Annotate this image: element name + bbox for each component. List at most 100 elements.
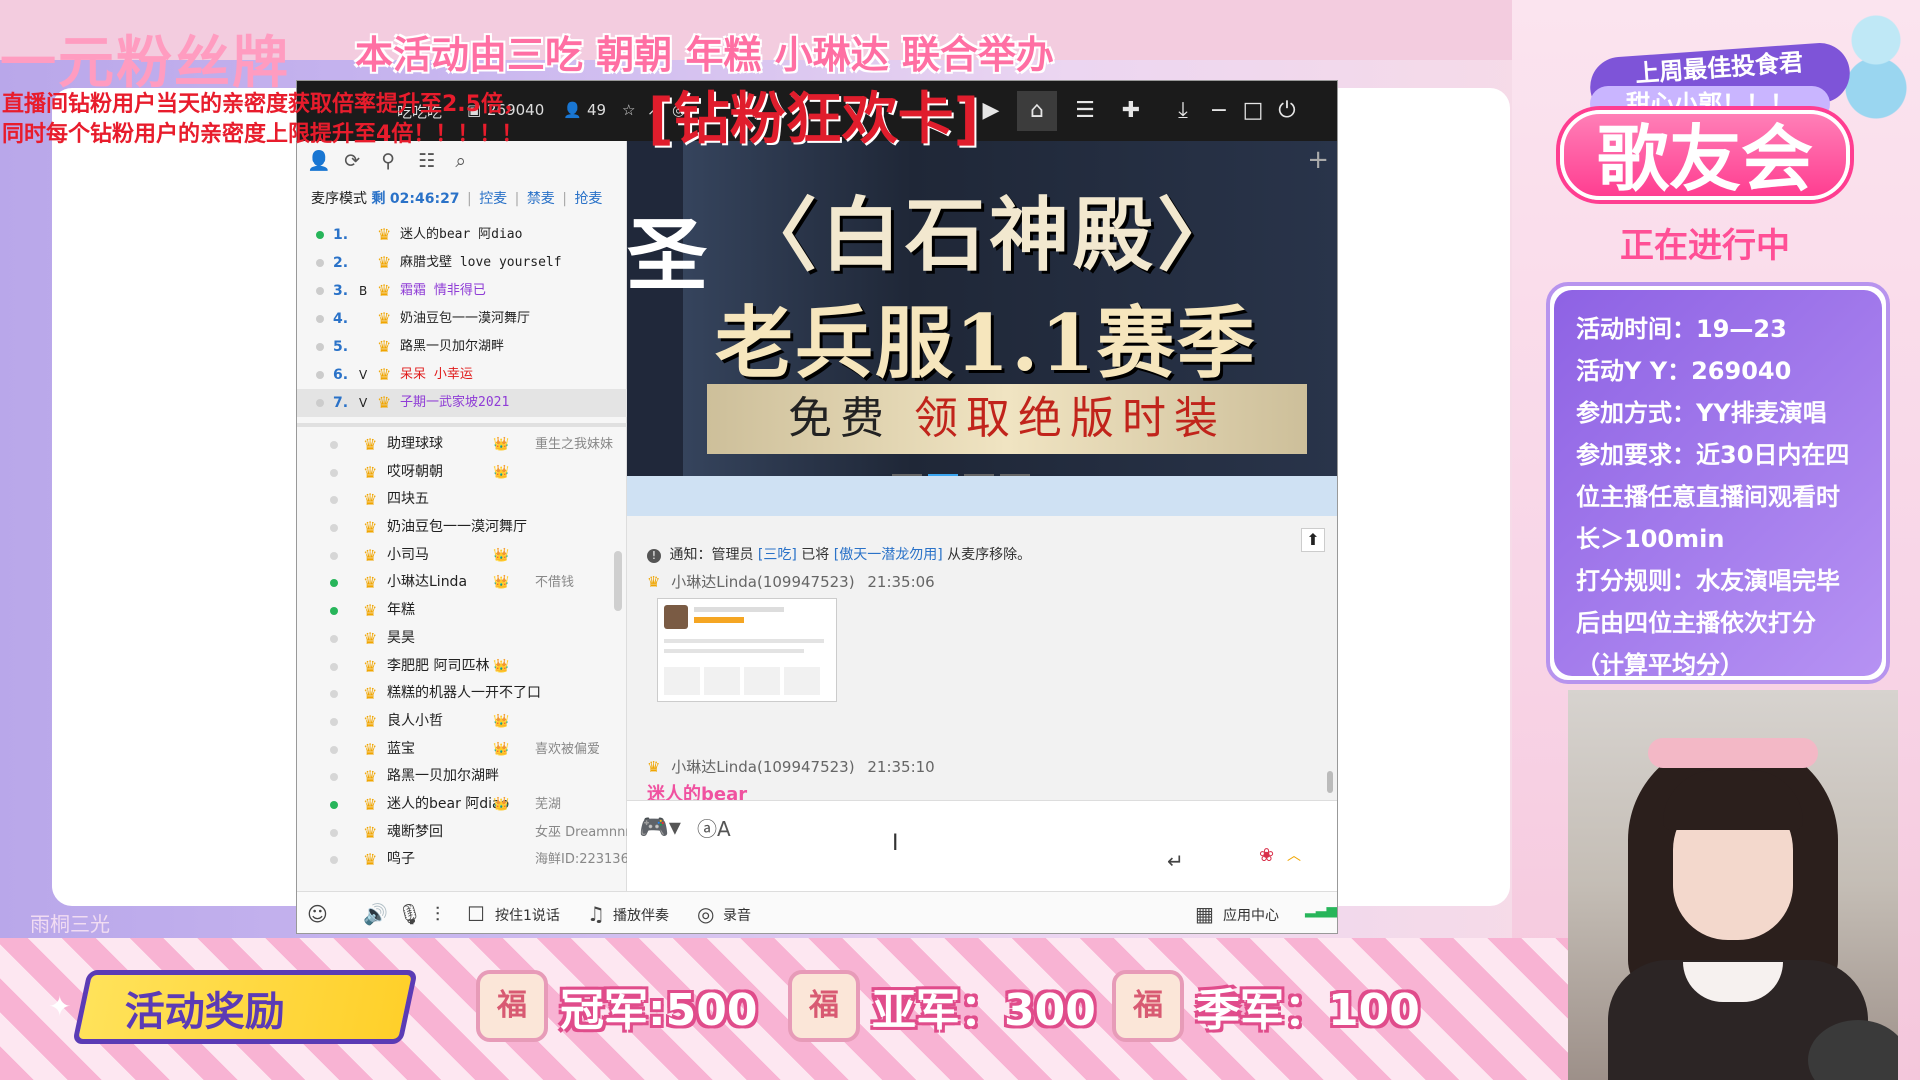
member-item[interactable]: ♛ 迷人的bear 阿diao 👑 芜湖	[297, 791, 627, 819]
translate-icon[interactable]: ⓐA	[697, 813, 731, 842]
queue-item[interactable]: 6. V ♛ 呆呆 小幸运	[297, 361, 627, 389]
member-name: 奶油豆包一一漠河舞厅	[387, 519, 527, 536]
push-to-talk-label[interactable]: 按住1说话	[495, 905, 560, 925]
status-dot	[330, 745, 338, 754]
mic-control-link[interactable]: 控麦	[479, 191, 507, 207]
event-info-line: 参加方式：YY排麦演唱	[1576, 399, 1827, 427]
layout-icon[interactable]: ☰	[1065, 91, 1105, 131]
member-item[interactable]: ♛ 小司马 👑	[297, 542, 627, 570]
gamepad-icon[interactable]: 🎮▾	[639, 813, 681, 841]
crown-icon: ♛	[363, 711, 378, 731]
streamer-camera	[1568, 690, 1898, 1080]
queue-number: 2.	[333, 255, 349, 271]
chat-username[interactable]: 小琳达Linda(109947523)	[671, 758, 854, 776]
member-scrollbar[interactable]	[614, 551, 622, 611]
play-accompaniment-button[interactable]: 播放伴奏	[613, 905, 669, 925]
queue-item[interactable]: 2. ♛ 麻腊戈壁 love yourself	[297, 249, 627, 277]
member-item[interactable]: ♛ 魂断梦回 女巫 Dreamnnn	[297, 819, 627, 847]
notice-admin-link[interactable]: [三吃]	[758, 547, 797, 563]
mic-icon[interactable]: 🎙	[397, 902, 422, 926]
member-item[interactable]: ♛ 鸣子 海鲜ID:223136	[297, 846, 627, 874]
record-icon[interactable]: ◎	[697, 902, 714, 926]
music-icon[interactable]: ♫	[587, 902, 605, 926]
member-tag: 👑	[493, 464, 510, 480]
speaker-icon[interactable]: 🔊	[363, 902, 388, 926]
member-item[interactable]: ♛ 蓝宝 👑 喜欢被偏爱	[297, 736, 627, 764]
member-name: 小琳达Linda	[387, 574, 468, 591]
level-badge: B	[359, 284, 368, 298]
banner-pager	[892, 462, 1036, 476]
sidebar-divider[interactable]	[297, 423, 627, 427]
search-icon[interactable]: ⌕	[455, 150, 487, 172]
avatar[interactable]: ☺	[307, 902, 328, 926]
crown-icon: ♛	[377, 337, 392, 356]
chat-scrollbar[interactable]	[1327, 771, 1333, 793]
status-dot	[316, 399, 324, 407]
member-signature: 女巫 Dreamnnn	[535, 824, 627, 840]
mic-mute-link[interactable]: 禁麦	[527, 191, 555, 207]
chat-input[interactable]: 🎮▾ ⓐA I ↵ ❀ ︿	[627, 800, 1337, 891]
queue-name: 子期一武家坡2021	[400, 395, 510, 410]
queue-item[interactable]: 7. V ♛ 子期一武家坡2021	[297, 389, 627, 417]
member-item[interactable]: ♛ 四块五	[297, 486, 627, 514]
refresh-icon[interactable]: ⟳	[344, 150, 376, 172]
queue-name: 呆呆 小幸运	[400, 367, 473, 382]
checkbox-icon[interactable]: ☐	[467, 902, 485, 926]
flower-icon[interactable]: ❀	[1259, 845, 1274, 866]
member-item[interactable]: ♛ 奶油豆包一一漠河舞厅	[297, 514, 627, 542]
member-item[interactable]: ♛ 昊昊	[297, 625, 627, 653]
promo-line-1: 直播间钻粉用户当天的亲密度获取倍率提升至2.5倍，	[2, 92, 525, 117]
chevron-up-icon[interactable]: ︿	[1287, 845, 1301, 865]
yy-window: 吃吃吃 ▣ 269040 👤 49 ☆ ↗ ◎ ▶ ⌂ ☰ ✚ ⤓ − □ ⏻ …	[296, 80, 1338, 934]
info-icon: !	[647, 549, 661, 563]
plus-icon[interactable]: +	[1307, 145, 1329, 175]
record-button[interactable]: 录音	[723, 905, 751, 925]
member-item[interactable]: ♛ 良人小哲 👑	[297, 708, 627, 736]
crown-icon: ♛	[363, 435, 378, 454]
apps-grid-icon[interactable]: ▦	[1195, 902, 1214, 926]
crown-icon: ♛	[363, 462, 378, 482]
queue-name: 麻腊戈壁 love yourself	[400, 255, 562, 270]
member-item[interactable]: ♛ 助理球球 👑 重生之我妹妹	[297, 431, 627, 459]
status-dot	[330, 828, 338, 837]
chat-image-thumbnail[interactable]	[657, 598, 837, 702]
chat-username[interactable]: 小琳达Linda(109947523)	[671, 573, 854, 591]
minimize-tray-icon[interactable]: ⤓	[1163, 91, 1203, 131]
power-icon[interactable]: ⏻	[1267, 91, 1307, 131]
member-item[interactable]: ♛ 年糕	[297, 597, 627, 625]
send-icon[interactable]: ↵	[1167, 849, 1184, 873]
member-item[interactable]: ♛ 路黑一贝加尔湖畔	[297, 763, 627, 791]
crown-icon: ♛	[377, 365, 392, 384]
status-dot	[330, 607, 338, 616]
in-progress-label: 正在进行中	[1620, 226, 1790, 266]
mic-grab-link[interactable]: 抢麦	[574, 191, 602, 207]
app-center-button[interactable]: 应用中心	[1223, 905, 1279, 925]
member-item[interactable]: ♛ 李肥肥 阿司匹林 👑	[297, 653, 627, 681]
queue-item[interactable]: 5. ♛ 路黑一贝加尔湖畔	[297, 333, 627, 361]
notice-user-link[interactable]: [傲天一潜龙勿用]	[834, 547, 943, 563]
list-icon[interactable]: ☷	[418, 150, 450, 172]
home-icon[interactable]: ⌂	[1017, 91, 1057, 131]
online-count: 49	[587, 101, 607, 119]
game-ad-banner[interactable]: 圣 〈白石神殿〉 老兵服1.1赛季 免费 领取绝版时装 +	[627, 141, 1337, 476]
queue-item[interactable]: 3. B ♛ 霜霜 情非得已	[297, 277, 627, 305]
crown-icon: ♛	[363, 601, 378, 621]
queue-item[interactable]: 4. ♛ 奶油豆包一一漠河舞厅	[297, 305, 627, 333]
location-icon[interactable]: ⚲	[381, 150, 413, 172]
member-item[interactable]: ♛ 小琳达Linda 👑 不借钱	[297, 569, 627, 597]
star-icon[interactable]: ☆	[622, 101, 635, 119]
member-item[interactable]: ♛ 糕糕的机器人一开不了口	[297, 680, 627, 708]
scroll-top-icon[interactable]: ⬆	[1301, 528, 1325, 552]
mic-queue-list: 1. ♛ 迷人的bear 阿diao 2. ♛ 麻腊戈壁 love yourself 3. B…	[297, 221, 627, 417]
chat-time: 21:35:06	[867, 573, 935, 591]
crown-icon: ♛	[363, 628, 378, 648]
user-icon[interactable]: 👤	[307, 149, 339, 172]
status-dot	[330, 773, 338, 782]
equalizer-icon[interactable]: ⫶	[435, 902, 440, 926]
gamepad-icon[interactable]: ✚	[1111, 91, 1151, 131]
queue-item[interactable]: 1. ♛ 迷人的bear 阿diao	[297, 221, 627, 249]
crown-icon: ♛	[377, 393, 392, 412]
member-item[interactable]: ♛ 哎呀朝朝 👑	[297, 459, 627, 487]
queue-remaining-prefix: 剩	[371, 191, 386, 207]
channel-sidebar: 👤 ⟳ ⚲ ☷ ⌕ 麦序模式 剩 02:46:27 | 控麦 | 禁麦 | 抢麦…	[297, 141, 627, 891]
